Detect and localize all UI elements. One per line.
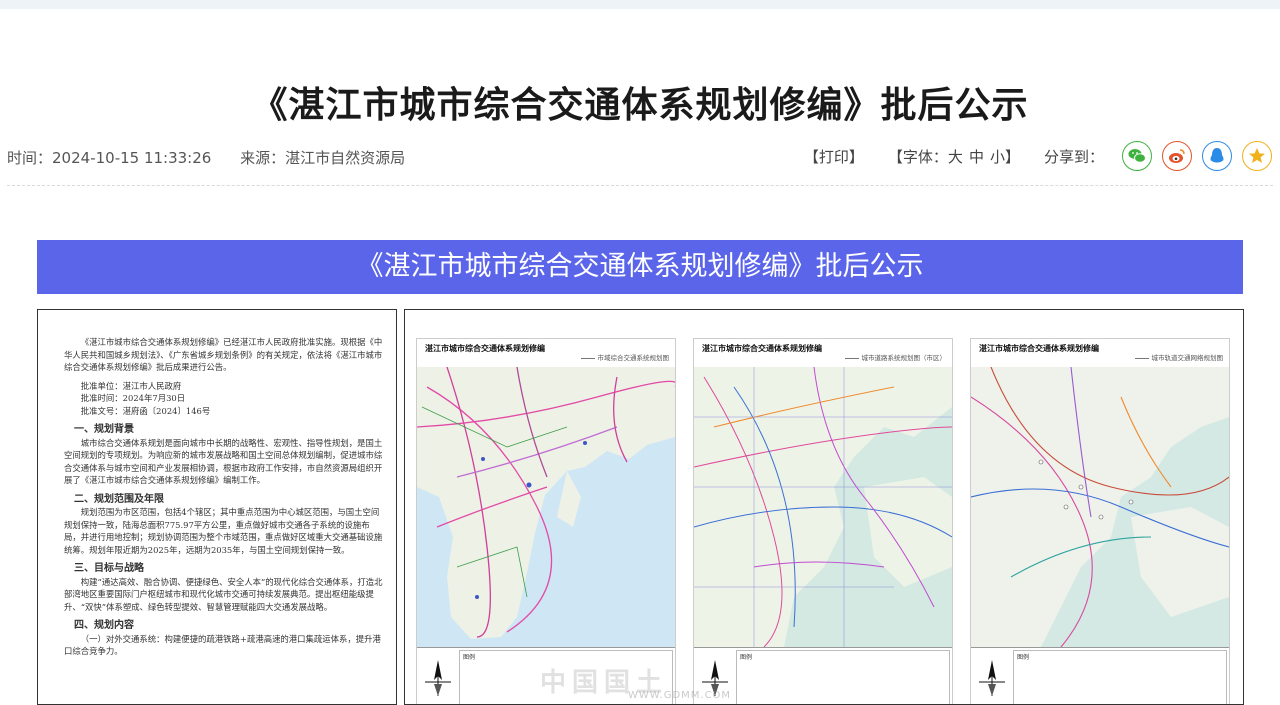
legend-title: 图例 xyxy=(740,654,753,661)
map-legend: 图例 xyxy=(971,647,1229,704)
meta-divider xyxy=(7,185,1273,186)
notice-document-image: 《湛江市城市综合交通体系规划修编》已经湛江市人民政府批准实施。现根据《中华人民共… xyxy=(37,309,397,705)
font-size-control: 【字体：大中小】 xyxy=(888,146,1020,167)
qzone-icon xyxy=(1249,148,1265,163)
north-arrow-icon xyxy=(979,660,1005,696)
watermark-url: WWW.GDMM.COM xyxy=(628,690,732,701)
article-source: 来源：湛江市自然资源局 xyxy=(240,149,406,167)
regional-map-graphic xyxy=(417,367,675,647)
doc-intro: 《湛江市城市综合交通体系规划修编》已经湛江市人民政府批准实施。现根据《中华人民共… xyxy=(64,337,383,372)
legend-box xyxy=(1013,650,1227,704)
notice-banner: 《湛江市城市综合交通体系规划修编》批后公示 xyxy=(37,240,1243,294)
approval-unit: 批准单位：湛江市人民政府 xyxy=(80,380,182,391)
map-title: 湛江市城市综合交通体系规划修编 xyxy=(979,344,1099,353)
top-bar xyxy=(0,0,1280,9)
map-title: 湛江市城市综合交通体系规划修编 xyxy=(702,344,822,353)
qq-icon xyxy=(1210,148,1224,163)
font-large-button[interactable]: 大 xyxy=(948,148,963,166)
publish-time: 时间：2024-10-15 11:33:26 xyxy=(7,149,212,167)
qq-share-button[interactable] xyxy=(1202,141,1232,171)
wechat-icon xyxy=(1128,149,1146,163)
approval-time: 批准时间：2024年7月30日 xyxy=(80,393,186,403)
font-small-button[interactable]: 小 xyxy=(990,148,1005,166)
map-title: 湛江市城市综合交通体系规划修编 xyxy=(425,344,545,353)
approval-info: 批准单位：湛江市人民政府 批准时间：2024年7月30日 批准文号：湛府函〔20… xyxy=(64,380,386,418)
section-heading: 三、目标与战略 xyxy=(74,563,144,574)
rail-transit-map-graphic xyxy=(971,367,1229,647)
page-title: 《湛江市城市综合交通体系规划修编》批后公示 xyxy=(251,85,1029,127)
map-legend: 图例 xyxy=(694,647,952,704)
map-subtitle: 城市道路系统规划图（市区） xyxy=(845,352,947,362)
map-panel: 湛江市城市综合交通体系规划修编 城市轨道交通网络规划图 图例 xyxy=(970,338,1230,704)
map-panel: 湛江市城市综合交通体系规划修编 市域综合交通系统规划图 图例 xyxy=(416,338,676,704)
weibo-share-button[interactable] xyxy=(1162,141,1192,171)
legend-title: 图例 xyxy=(463,654,476,661)
road-network-map-graphic xyxy=(694,367,952,647)
wechat-share-button[interactable] xyxy=(1122,141,1152,171)
map-subtitle: 市域综合交通系统规划图 xyxy=(581,352,670,362)
section-heading: 一、规划背景 xyxy=(74,424,134,435)
qzone-share-button[interactable] xyxy=(1242,141,1272,171)
section-body: （一）对外交通系统：构建便捷的疏港铁路+疏港高速的港口集疏运体系，提升港口综合竞… xyxy=(64,633,381,657)
planning-maps-image: 湛江市城市综合交通体系规划修编 市域综合交通系统规划图 图例 湛江市城市综合交通… xyxy=(404,309,1244,705)
section-body: 构建“通达高效、融合协调、便捷绿色、安全人本”的现代化综合交通体系，打造北部湾地… xyxy=(64,576,383,612)
legend-box xyxy=(736,650,950,704)
article-tools: 【打印】 【字体：大中小】 分享到： xyxy=(804,138,1272,174)
map-subtitle: 城市轨道交通网络规划图 xyxy=(1135,352,1224,362)
article-meta: 时间：2024-10-15 11:33:26 来源：湛江市自然资源局 xyxy=(7,147,429,168)
font-medium-button[interactable]: 中 xyxy=(969,148,984,166)
section-body: 城市综合交通体系规划是面向城市中长期的战略性、宏观性、指导性规划，是国土空间规划… xyxy=(64,437,383,486)
north-arrow-icon xyxy=(425,660,451,696)
font-label-end: 】 xyxy=(1004,147,1020,166)
approval-doc-number: 批准文号：湛府函〔2024〕146号 xyxy=(80,405,211,416)
map-panel: 湛江市城市综合交通体系规划修编 城市道路系统规划图（市区） 图例 xyxy=(693,338,953,704)
share-label: 分享到： xyxy=(1043,147,1104,166)
section-heading: 四、规划内容 xyxy=(74,620,134,631)
print-link[interactable]: 【打印】 xyxy=(804,146,864,167)
font-label: 【字体： xyxy=(887,147,948,166)
legend-title: 图例 xyxy=(1017,654,1030,661)
section-heading: 二、规划范围及年限 xyxy=(74,493,164,505)
weibo-icon xyxy=(1169,149,1185,163)
section-body: 规划范围为市区范围，包括4个辖区；其中重点范围为中心城区范围，与国土空间规划保持… xyxy=(64,507,383,555)
